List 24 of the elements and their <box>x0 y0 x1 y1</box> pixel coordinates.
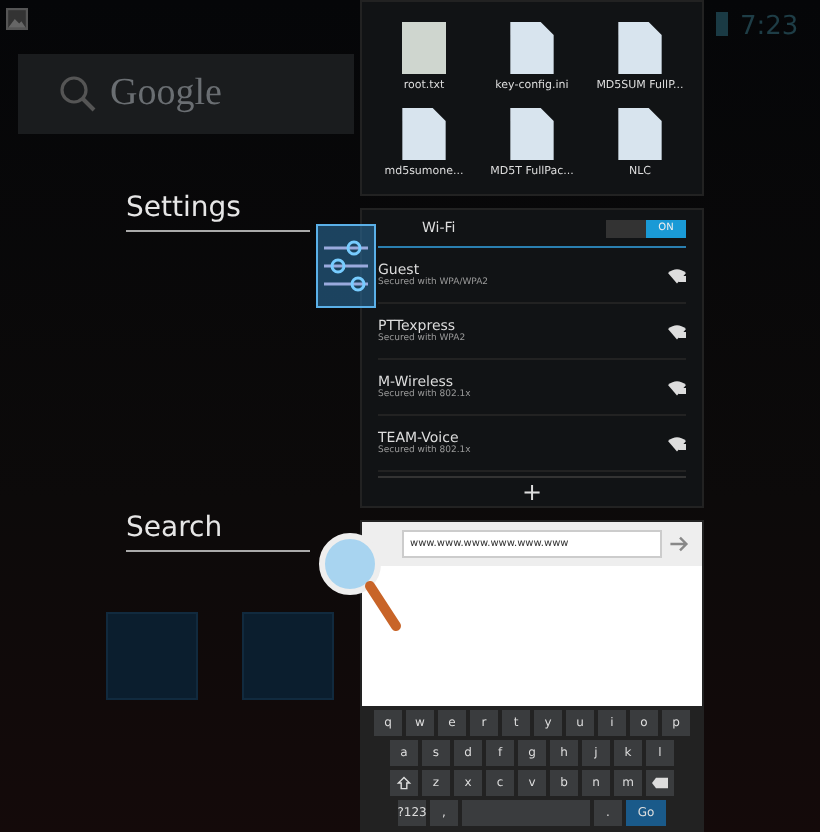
add-network-button[interactable]: + <box>378 476 686 506</box>
battery-icon <box>716 12 728 36</box>
shift-key[interactable] <box>390 770 418 796</box>
document-icon <box>402 108 446 160</box>
wifi-lock-icon <box>668 379 686 395</box>
search-icon <box>58 74 98 114</box>
document-icon <box>510 108 554 160</box>
wifi-lock-icon <box>668 323 686 339</box>
document-icon <box>618 108 662 160</box>
picture-icon <box>6 8 28 30</box>
android-thumbnail <box>402 22 446 74</box>
shift-icon <box>396 776 412 790</box>
search-placeholder: Google <box>110 72 222 116</box>
wifi-lock-icon <box>668 435 686 451</box>
hint-label: Settings <box>126 192 310 232</box>
document-icon <box>618 22 662 74</box>
clock-time: 7:23 <box>740 12 799 42</box>
sliders-icon <box>316 224 376 308</box>
delete-key[interactable] <box>646 770 674 796</box>
backspace-icon <box>652 776 668 790</box>
wifi-lock-icon <box>668 267 686 283</box>
hint-label: Search <box>126 512 310 552</box>
go-arrow-icon[interactable] <box>670 536 690 552</box>
document-icon <box>510 22 554 74</box>
